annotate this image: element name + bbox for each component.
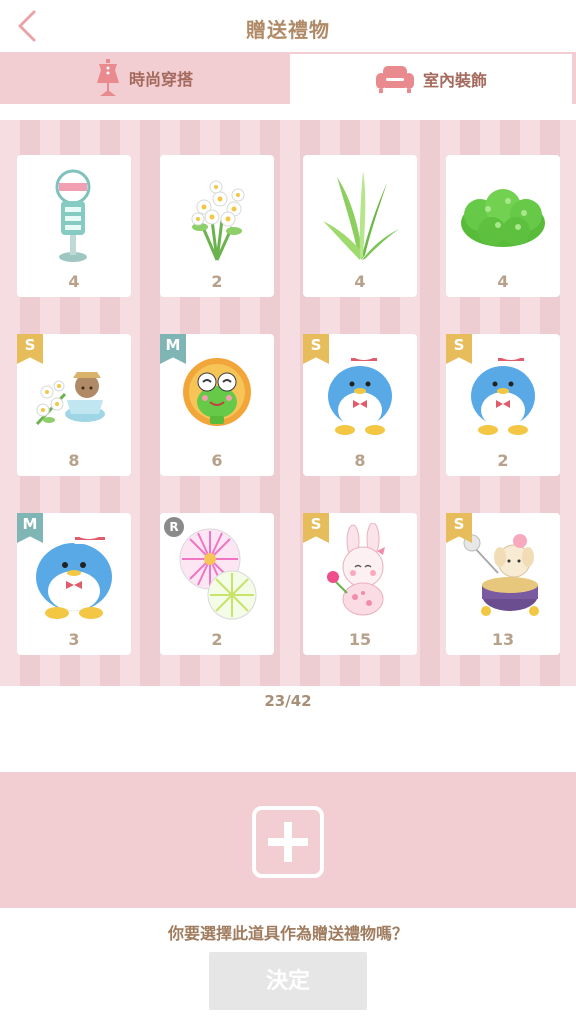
item-count: 6 <box>211 451 223 470</box>
item-card[interactable]: S 8 <box>303 334 417 476</box>
item-card[interactable]: S 2 <box>446 334 560 476</box>
tab-fashion[interactable]: 時尚穿搭 <box>0 52 288 104</box>
item-card[interactable]: R 2 <box>160 513 274 655</box>
sofa-icon <box>375 66 414 93</box>
header: 贈送禮物 <box>0 0 576 52</box>
item-card[interactable]: 4 <box>17 155 131 297</box>
confirm-button[interactable]: 決定 <box>209 952 367 1010</box>
item-card[interactable]: 2 <box>160 155 274 297</box>
plus-icon <box>268 822 308 862</box>
item-card[interactable]: S 13 <box>446 513 560 655</box>
item-card[interactable]: M 6 <box>160 334 274 476</box>
item-count: 4 <box>354 272 366 291</box>
green-plant-icon <box>323 171 399 260</box>
item-count: 3 <box>68 630 80 649</box>
item-count: 15 <box>348 630 372 649</box>
item-count: 13 <box>491 630 515 649</box>
add-gift-button[interactable] <box>252 806 324 878</box>
item-card[interactable]: S 15 <box>303 513 417 655</box>
item-count: 2 <box>211 630 223 649</box>
item-count: 2 <box>211 272 223 291</box>
item-count: 8 <box>354 451 366 470</box>
selected-gift-area <box>0 772 576 908</box>
dress-mannequin-icon <box>96 59 119 96</box>
page-indicator: 23/42 <box>264 692 312 710</box>
fireworks-icon <box>179 528 257 620</box>
item-card[interactable]: 4 <box>303 155 417 297</box>
item-grid: 4 2 4 4 S 8 M 6 S 8 S 2 M 3 R 2 S 15 S 1… <box>0 120 576 686</box>
item-count: 4 <box>497 272 509 291</box>
tab-interior[interactable]: 室內裝飾 <box>290 54 572 104</box>
item-card[interactable]: M 3 <box>17 513 131 655</box>
tab-interior-label: 室內裝飾 <box>422 71 487 90</box>
page-title: 贈送禮物 <box>246 18 330 42</box>
green-bush-icon <box>461 189 545 247</box>
item-card[interactable]: S 8 <box>17 334 131 476</box>
flower-bouquet-icon <box>191 180 245 261</box>
tab-fashion-label: 時尚穿搭 <box>128 70 193 89</box>
item-card[interactable]: 4 <box>446 155 560 297</box>
confirm-question: 你要選擇此道具作為贈送禮物嗎？ <box>167 924 408 943</box>
item-count: 4 <box>68 272 80 291</box>
bus-stop-sign-icon <box>55 169 91 262</box>
category-tabs: 時尚穿搭 室內裝飾 <box>0 52 576 156</box>
item-count: 8 <box>68 451 80 470</box>
item-count: 2 <box>497 451 509 470</box>
rarity-badge: R <box>164 517 184 537</box>
